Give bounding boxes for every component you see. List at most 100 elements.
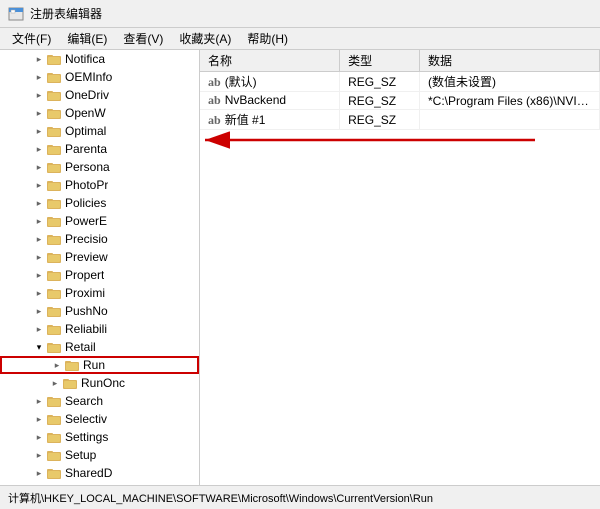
menu-favorites[interactable]: 收藏夹(A)	[171, 28, 239, 49]
tree-arrow-runonce[interactable]: ▸	[48, 378, 62, 389]
table-row[interactable]: abNvBackendREG_SZ*C:\Program Files (x86)…	[200, 92, 600, 110]
tree-item-openw[interactable]: ▸ OpenW	[0, 104, 199, 122]
table-row[interactable]: ab(默认)REG_SZ(数值未设置)	[200, 72, 600, 92]
tree-arrow-search[interactable]: ▸	[32, 396, 46, 407]
data-panel: 名称 类型 数据 ab(默认)REG_SZ(数值未设置)abNvBackendR…	[200, 50, 600, 485]
tree-label-persona: Persona	[65, 160, 110, 174]
tree-item-search[interactable]: ▸ Search	[0, 392, 199, 410]
tree-arrow-pushno[interactable]: ▸	[32, 306, 46, 317]
tree-arrow-propert[interactable]: ▸	[32, 270, 46, 281]
tree-arrow-sharedt[interactable]: ▸	[32, 468, 46, 479]
folder-icon-search	[46, 394, 62, 408]
table-row[interactable]: ab新值 #1REG_SZ	[200, 110, 600, 130]
tree-arrow-photop[interactable]: ▸	[32, 180, 46, 191]
tree-item-photop[interactable]: ▸ PhotoPr	[0, 176, 199, 194]
tree-arrow-optimal[interactable]: ▸	[32, 126, 46, 137]
tree-label-search: Search	[65, 394, 103, 408]
regedit-icon	[8, 6, 24, 22]
tree-arrow-openw[interactable]: ▸	[32, 108, 46, 119]
tree-item-settings[interactable]: ▸ Settings	[0, 428, 199, 446]
tree-item-onedrive[interactable]: ▸ OneDriv	[0, 86, 199, 104]
menu-help[interactable]: 帮助(H)	[239, 28, 296, 49]
tree-item-runonce[interactable]: ▸ RunOnc	[0, 374, 199, 392]
tree-arrow-powere[interactable]: ▸	[32, 216, 46, 227]
tree-arrow-persona[interactable]: ▸	[32, 162, 46, 173]
folder-icon-run	[64, 358, 80, 372]
tree-item-proximi[interactable]: ▸ Proximi	[0, 284, 199, 302]
folder-icon-photop	[46, 178, 62, 192]
tree-label-notifica: Notifica	[65, 52, 105, 66]
col-name-header[interactable]: 名称	[200, 50, 340, 72]
tree-label-policies: Policies	[65, 196, 106, 210]
folder-icon-notifica	[46, 52, 62, 66]
tree-arrow-setup[interactable]: ▸	[32, 450, 46, 461]
tree-arrow-run[interactable]: ▸	[50, 360, 64, 371]
col-data-header[interactable]: 数据	[420, 50, 600, 72]
cell-name-0: ab(默认)	[200, 72, 340, 92]
tree-arrow-parenta[interactable]: ▸	[32, 144, 46, 155]
cell-data-0: (数值未设置)	[420, 72, 600, 92]
tree-arrow-oeminfo[interactable]: ▸	[32, 72, 46, 83]
menu-edit[interactable]: 编辑(E)	[59, 28, 115, 49]
main-container: ▸ Notifica▸ OEMInfo▸ OneDriv▸ OpenW▸ Opt…	[0, 50, 600, 485]
ab-icon: ab	[208, 113, 221, 127]
tree-arrow-policies[interactable]: ▸	[32, 198, 46, 209]
folder-icon-persona	[46, 160, 62, 174]
tree-arrow-precisio[interactable]: ▸	[32, 234, 46, 245]
tree-label-selectiv: Selectiv	[65, 412, 107, 426]
folder-icon-reliabili	[46, 322, 62, 336]
tree-item-propert[interactable]: ▸ Propert	[0, 266, 199, 284]
tree-item-retail[interactable]: ▾ Retail	[0, 338, 199, 356]
tree-label-pushno: PushNo	[65, 304, 108, 318]
tree-label-setup: Setup	[65, 448, 96, 462]
tree-item-oeminfo[interactable]: ▸ OEMInfo	[0, 68, 199, 86]
cell-name-2: ab新值 #1	[200, 110, 340, 130]
menu-bar: 文件(F) 编辑(E) 查看(V) 收藏夹(A) 帮助(H)	[0, 28, 600, 50]
tree-arrow-onedrive[interactable]: ▸	[32, 90, 46, 101]
tree-arrow-retail[interactable]: ▾	[32, 342, 46, 353]
tree-arrow-notifica[interactable]: ▸	[32, 54, 46, 65]
tree-label-photop: PhotoPr	[65, 178, 108, 192]
col-type-header[interactable]: 类型	[340, 50, 420, 72]
tree-arrow-selectiv[interactable]: ▸	[32, 414, 46, 425]
tree-label-parenta: Parenta	[65, 142, 107, 156]
ab-icon: ab	[208, 93, 221, 107]
tree-item-sharedt[interactable]: ▸ SharedD	[0, 464, 199, 482]
tree-label-precisio: Precisio	[65, 232, 108, 246]
tree-item-policies[interactable]: ▸ Policies	[0, 194, 199, 212]
cell-data-1: *C:\Program Files (x86)\NVIDIA Corpora	[420, 92, 600, 110]
tree-item-run[interactable]: ▸ Run	[0, 356, 199, 374]
tree-label-openw: OpenW	[65, 106, 106, 120]
tree-arrow-preview[interactable]: ▸	[32, 252, 46, 263]
tree-arrow-proximi[interactable]: ▸	[32, 288, 46, 299]
tree-item-pushno[interactable]: ▸ PushNo	[0, 302, 199, 320]
tree-item-setup[interactable]: ▸ Setup	[0, 446, 199, 464]
tree-item-parenta[interactable]: ▸ Parenta	[0, 140, 199, 158]
tree-item-optimal[interactable]: ▸ Optimal	[0, 122, 199, 140]
tree-item-persona[interactable]: ▸ Persona	[0, 158, 199, 176]
folder-icon-parenta	[46, 142, 62, 156]
tree-label-retail: Retail	[65, 340, 96, 354]
folder-icon-openw	[46, 106, 62, 120]
tree-arrow-settings[interactable]: ▸	[32, 432, 46, 443]
menu-file[interactable]: 文件(F)	[4, 28, 59, 49]
tree-arrow-reliabili[interactable]: ▸	[32, 324, 46, 335]
title-bar: 注册表编辑器	[0, 0, 600, 28]
tree-item-powere[interactable]: ▸ PowerE	[0, 212, 199, 230]
tree-panel[interactable]: ▸ Notifica▸ OEMInfo▸ OneDriv▸ OpenW▸ Opt…	[0, 50, 200, 485]
tree-item-selectiv[interactable]: ▸ Selectiv	[0, 410, 199, 428]
menu-view[interactable]: 查看(V)	[115, 28, 171, 49]
folder-icon-selectiv	[46, 412, 62, 426]
status-bar: 计算机\HKEY_LOCAL_MACHINE\SOFTWARE\Microsof…	[0, 485, 600, 509]
tree-label-onedrive: OneDriv	[65, 88, 109, 102]
tree-label-reliabili: Reliabili	[65, 322, 107, 336]
tree-item-preview[interactable]: ▸ Preview	[0, 248, 199, 266]
folder-icon-precisio	[46, 232, 62, 246]
tree-label-runonce: RunOnc	[81, 376, 125, 390]
folder-icon-retail	[46, 340, 62, 354]
tree-item-reliabili[interactable]: ▸ Reliabili	[0, 320, 199, 338]
tree-item-precisio[interactable]: ▸ Precisio	[0, 230, 199, 248]
registry-data-table: 名称 类型 数据 ab(默认)REG_SZ(数值未设置)abNvBackendR…	[200, 50, 600, 130]
tree-item-notifica[interactable]: ▸ Notifica	[0, 50, 199, 68]
folder-icon-proximi	[46, 286, 62, 300]
